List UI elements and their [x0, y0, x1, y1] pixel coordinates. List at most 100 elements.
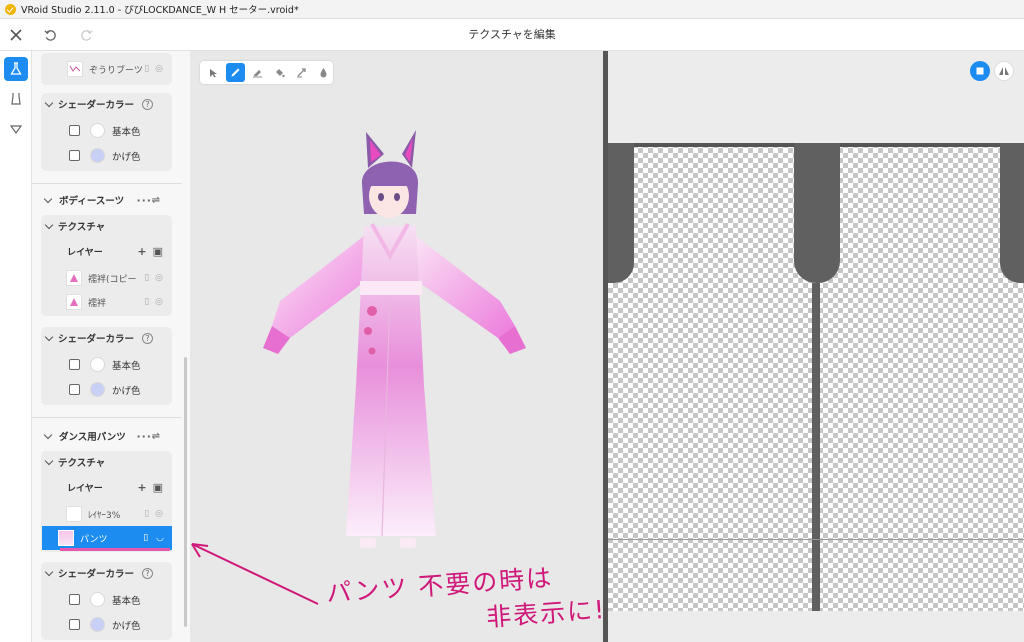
texture-uv-region [608, 143, 634, 283]
shade-color-swatch[interactable] [90, 382, 105, 397]
single-view-icon[interactable] [970, 61, 990, 81]
shade-color-row: かげ色 [41, 377, 172, 402]
layer-thumbnail [67, 61, 83, 77]
layer-row[interactable]: 襦袢 ▯ ◎ [41, 290, 172, 314]
shade-color-label: かげ色 [112, 385, 141, 397]
chevron-down-icon [44, 567, 54, 576]
mirror-view-icon[interactable] [994, 61, 1014, 81]
layer-thumbnail [66, 294, 82, 310]
shade-color-swatch[interactable] [90, 148, 105, 163]
layer-row-zouri[interactable]: ぞうりブーツ ▯ ◎ [41, 57, 172, 81]
texture-header[interactable]: テクスチャ [41, 215, 105, 237]
eye-icon[interactable]: ◎ [155, 273, 163, 283]
texture-header[interactable]: テクスチャ [41, 451, 105, 473]
layer-name: ぞうりブーツ [89, 65, 143, 76]
accessory-icon[interactable] [4, 117, 28, 141]
more-icon[interactable]: ··· [136, 430, 152, 443]
body-icon[interactable] [4, 57, 28, 81]
texture-guide-line [608, 539, 1024, 540]
top-item-card: ぞうりブーツ ▯ ◎ [41, 53, 172, 85]
layer-label: レイヤー [67, 247, 103, 258]
eye-icon[interactable]: ◡ [156, 533, 164, 543]
base-color-checkbox[interactable] [69, 125, 80, 136]
layer-name: ﾚｲﾔｰ3% [88, 510, 121, 521]
image-icon[interactable]: ▣ [153, 245, 163, 258]
settings-icon[interactable]: ⇌ [152, 431, 160, 442]
base-color-label: 基本色 [112, 595, 141, 607]
divider [32, 183, 182, 184]
chevron-down-icon [43, 194, 53, 203]
help-icon[interactable]: ? [142, 98, 154, 110]
base-color-row: 基本色 [41, 118, 172, 143]
shade-color-label: かげ色 [112, 151, 141, 163]
help-icon[interactable]: ? [142, 567, 154, 579]
help-icon[interactable]: ? [142, 332, 154, 344]
base-color-swatch[interactable] [90, 592, 105, 607]
inspector-panel: ぞうりブーツ ▯ ◎ シェーダーカラー ? 基本色 かげ色 ボディースーツ ···… [32, 51, 190, 642]
layer-thumbnail [66, 506, 82, 522]
lock-icon[interactable]: ▯ [144, 509, 149, 519]
avatar-model [263, 130, 526, 548]
lock-icon[interactable]: ▯ [144, 64, 149, 74]
layer-row-selected[interactable]: パンツ ▯ ◡ [42, 526, 172, 550]
eraser-icon[interactable] [248, 63, 267, 82]
layer-row[interactable]: 襦袢(コピー ▯ ◎ [41, 266, 172, 290]
add-layer-icon[interactable]: + [137, 481, 146, 494]
shader-color-title: シェーダーカラー [58, 100, 135, 111]
texture-view[interactable] [608, 51, 1024, 642]
shader-color-header[interactable]: シェーダーカラー ? [41, 327, 154, 349]
select-icon[interactable] [204, 63, 223, 82]
layer-row[interactable]: ﾚｲﾔｰ3% ▯ ◎ [41, 502, 172, 526]
add-layer-icon[interactable]: + [137, 245, 146, 258]
eye-icon[interactable]: ◎ [155, 297, 163, 307]
more-icon[interactable]: ··· [136, 194, 152, 207]
bodysuit-title: ボディースーツ [59, 196, 125, 207]
base-color-swatch[interactable] [90, 123, 105, 138]
texture-title: テクスチャ [58, 458, 106, 469]
app-icon [5, 3, 16, 15]
category-rail [0, 51, 32, 642]
dance-pants-title: ダンス用パンツ [59, 432, 126, 443]
base-color-label: 基本色 [112, 126, 141, 138]
bodysuit-section-header[interactable]: ボディースーツ ··· ⇌ [32, 189, 182, 211]
highlight-underline [60, 548, 170, 551]
shade-color-row: かげ色 [41, 612, 172, 637]
shade-color-checkbox[interactable] [69, 384, 80, 395]
shade-color-checkbox[interactable] [69, 150, 80, 161]
shader-color-title: シェーダーカラー [58, 569, 135, 580]
fill-icon[interactable] [270, 63, 289, 82]
app-header: テクスチャを編集 [0, 19, 1024, 51]
dance-pants-section-header[interactable]: ダンス用パンツ ··· ⇌ [32, 425, 182, 447]
paint-toolbar [200, 61, 333, 84]
base-color-swatch[interactable] [90, 357, 105, 372]
pen-icon[interactable] [226, 63, 245, 82]
window-titlebar: VRoid Studio 2.11.0 - ぴぴLOCKDANCE_W H セー… [0, 0, 1024, 19]
chevron-down-icon [44, 456, 54, 465]
layer-name: 襦袢(コピー [88, 274, 137, 285]
shade-color-checkbox[interactable] [69, 619, 80, 630]
dropper-icon[interactable] [314, 63, 333, 82]
divider [32, 417, 182, 418]
lock-icon[interactable]: ▯ [144, 297, 149, 307]
shader-color-header[interactable]: シェーダーカラー ? [41, 562, 154, 584]
shader-color-card: シェーダーカラー ? 基本色 かげ色 [41, 562, 172, 640]
texture-uv-seam [812, 283, 820, 611]
image-icon[interactable]: ▣ [153, 481, 163, 494]
chevron-down-icon [44, 98, 54, 107]
base-color-checkbox[interactable] [69, 594, 80, 605]
shader-color-header[interactable]: シェーダーカラー ? [41, 93, 154, 115]
base-color-checkbox[interactable] [69, 359, 80, 370]
shader-color-card: シェーダーカラー ? 基本色 かげ色 [41, 93, 172, 171]
clothing-icon[interactable] [4, 87, 28, 111]
shade-color-swatch[interactable] [90, 617, 105, 632]
texture-uv-region [1000, 143, 1024, 283]
lock-icon[interactable]: ▯ [144, 273, 149, 283]
lock-icon[interactable]: ▯ [143, 533, 148, 543]
base-color-row: 基本色 [41, 587, 172, 612]
page-title: テクスチャを編集 [468, 28, 556, 41]
settings-icon[interactable]: ⇌ [152, 195, 160, 206]
stamp-icon[interactable] [292, 63, 311, 82]
eye-icon[interactable]: ◎ [155, 64, 163, 74]
eye-icon[interactable]: ◎ [155, 509, 163, 519]
layer-header: レイヤー + ▣ [41, 475, 172, 499]
